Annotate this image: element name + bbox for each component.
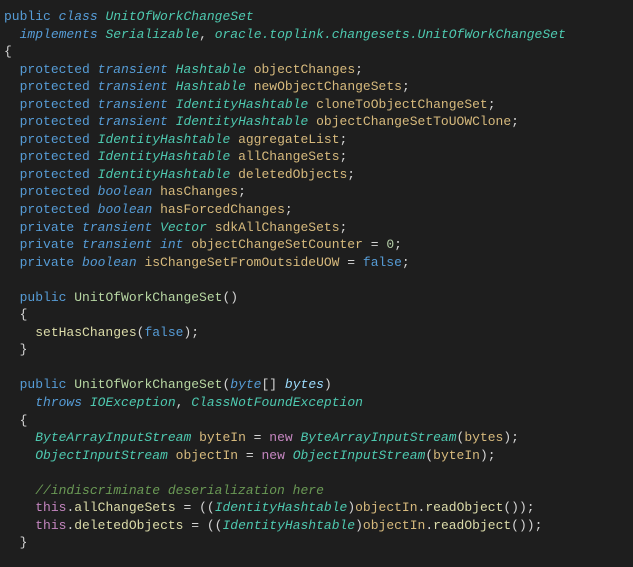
interface-type: oracle.toplink.changesets.UnitOfWorkChan… xyxy=(215,27,566,42)
class-name: UnitOfWorkChangeSet xyxy=(105,9,253,24)
code-line: ByteArrayInputStream byteIn = new ByteAr… xyxy=(4,429,629,447)
code-line: { xyxy=(4,43,629,61)
code-line: protected transient IdentityHashtable ob… xyxy=(4,113,629,131)
code-line: { xyxy=(4,412,629,430)
method-call: setHasChanges xyxy=(35,325,136,340)
field-name: aggregateList xyxy=(238,132,339,147)
code-line: protected boolean hasChanges; xyxy=(4,183,629,201)
code-line: } xyxy=(4,534,629,552)
field-name: sdkAllChangeSets xyxy=(215,220,340,235)
field-name: deletedObjects xyxy=(238,167,347,182)
interface-type: Serializable xyxy=(105,27,199,42)
code-line: this.allChangeSets = ((IdentityHashtable… xyxy=(4,499,629,517)
field-name: cloneToObjectChangeSet xyxy=(316,97,488,112)
open-brace: { xyxy=(4,44,12,59)
code-line: public class UnitOfWorkChangeSet xyxy=(4,8,629,26)
code-line: private transient Vector sdkAllChangeSet… xyxy=(4,219,629,237)
code-line: protected IdentityHashtable aggregateLis… xyxy=(4,131,629,149)
code-line: private boolean isChangeSetFromOutsideUO… xyxy=(4,254,629,272)
field-name: isChangeSetFromOutsideUOW xyxy=(144,255,339,270)
code-line: protected transient Hashtable objectChan… xyxy=(4,61,629,79)
code-line: } xyxy=(4,341,629,359)
constructor-name: UnitOfWorkChangeSet xyxy=(74,377,222,392)
keyword-class: class xyxy=(59,9,98,24)
code-line: protected boolean hasForcedChanges; xyxy=(4,201,629,219)
field-name: objectChangeSetCounter xyxy=(191,237,363,252)
code-line: protected transient Hashtable newObjectC… xyxy=(4,78,629,96)
code-line: protected transient IdentityHashtable cl… xyxy=(4,96,629,114)
field-name: hasForcedChanges xyxy=(160,202,285,217)
blank-line xyxy=(4,464,629,482)
code-line: setHasChanges(false); xyxy=(4,324,629,342)
code-line: ObjectInputStream objectIn = new ObjectI… xyxy=(4,447,629,465)
comment: //indiscriminate deserialization here xyxy=(35,483,324,498)
code-line: public UnitOfWorkChangeSet(byte[] bytes) xyxy=(4,376,629,394)
code-line: implements Serializable, oracle.toplink.… xyxy=(4,26,629,44)
constructor-name: UnitOfWorkChangeSet xyxy=(74,290,222,305)
code-line: public UnitOfWorkChangeSet() xyxy=(4,289,629,307)
code-line: protected IdentityHashtable deletedObjec… xyxy=(4,166,629,184)
param-name: bytes xyxy=(285,377,324,392)
code-line: protected IdentityHashtable allChangeSet… xyxy=(4,148,629,166)
code-line: { xyxy=(4,306,629,324)
code-line: throws IOException, ClassNotFoundExcepti… xyxy=(4,394,629,412)
code-line: this.deletedObjects = ((IdentityHashtabl… xyxy=(4,517,629,535)
field-name: allChangeSets xyxy=(238,149,339,164)
code-line: private transient int objectChangeSetCou… xyxy=(4,236,629,254)
field-name: objectChanges xyxy=(254,62,355,77)
blank-line xyxy=(4,359,629,377)
blank-line xyxy=(4,271,629,289)
code-block: public class UnitOfWorkChangeSet impleme… xyxy=(4,8,629,552)
field-name: hasChanges xyxy=(160,184,238,199)
field-name: newObjectChangeSets xyxy=(254,79,402,94)
keyword-implements: implements xyxy=(20,27,98,42)
code-line: //indiscriminate deserialization here xyxy=(4,482,629,500)
field-name: objectChangeSetToUOWClone xyxy=(316,114,511,129)
keyword-public: public xyxy=(4,9,51,24)
